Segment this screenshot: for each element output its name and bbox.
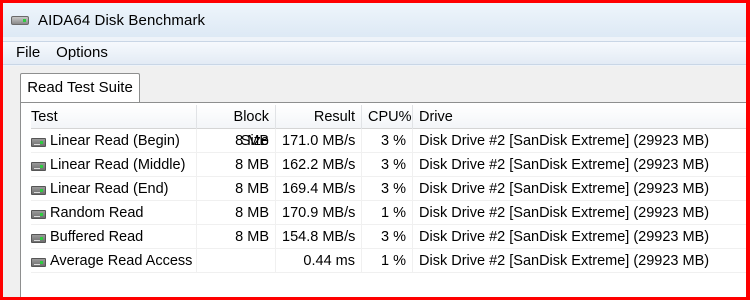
cell-test: Buffered Read: [31, 224, 197, 249]
window-title: AIDA64 Disk Benchmark: [38, 11, 206, 29]
column-header-cpu[interactable]: CPU%: [362, 104, 413, 129]
column-header-test[interactable]: Test: [31, 104, 197, 129]
test-name: Linear Read (Begin): [50, 132, 180, 149]
cell-test: Linear Read (End): [31, 176, 197, 201]
tab-read-test-suite[interactable]: Read Test Suite: [20, 73, 140, 103]
cell-block-size: 8 MB: [197, 224, 276, 249]
cell-block-size: [197, 248, 276, 273]
cell-cpu: 1 %: [362, 200, 413, 225]
cell-drive: Disk Drive #2 [SanDisk Extreme] (29923 M…: [413, 177, 746, 201]
menu-options[interactable]: Options: [48, 42, 116, 64]
cell-cpu: 1 %: [362, 248, 413, 273]
app-window: AIDA64 Disk Benchmark File Options Read …: [3, 3, 746, 297]
table-header: Test Block Size Result CPU% Drive: [31, 104, 746, 149]
table-row[interactable]: Random Read 8 MB 170.9 MB/s 1 % Disk Dri…: [31, 200, 746, 225]
column-header-result[interactable]: Result: [276, 104, 362, 129]
cell-drive: Disk Drive #2 [SanDisk Extreme] (29923 M…: [413, 129, 746, 153]
test-name: Buffered Read: [50, 228, 144, 245]
tab-area: Read Test Suite Test Block Size Result C…: [3, 66, 746, 297]
table-row[interactable]: Buffered Read 8 MB 154.8 MB/s 3 % Disk D…: [31, 224, 746, 249]
table-row[interactable]: Linear Read (Begin) 8 MB 171.0 MB/s 3 % …: [31, 128, 746, 153]
hard-drive-icon: [31, 209, 46, 219]
test-name: Linear Read (Middle): [50, 156, 186, 173]
cell-test: Random Read: [31, 200, 197, 225]
hard-drive-icon: [31, 137, 46, 147]
cell-cpu: 3 %: [362, 176, 413, 201]
cell-drive: Disk Drive #2 [SanDisk Extreme] (29923 M…: [413, 153, 746, 177]
menu-file[interactable]: File: [3, 42, 48, 64]
test-name: Average Read Access: [50, 252, 193, 269]
menu-bar: File Options: [3, 41, 746, 65]
column-header-drive[interactable]: Drive: [413, 105, 746, 129]
table-row[interactable]: Average Read Access 0.44 ms 1 % Disk Dri…: [31, 248, 746, 273]
table-row[interactable]: Linear Read (End) 8 MB 169.4 MB/s 3 % Di…: [31, 176, 746, 201]
test-name: Linear Read (End): [50, 180, 169, 197]
cell-result: 154.8 MB/s: [276, 224, 362, 249]
cell-block-size: 8 MB: [197, 200, 276, 225]
cell-block-size: 8 MB: [197, 128, 276, 153]
cell-test: Linear Read (Middle): [31, 152, 197, 177]
hard-drive-icon: [31, 161, 46, 171]
cell-result: 170.9 MB/s: [276, 200, 362, 225]
table-row[interactable]: Linear Read (Middle) 8 MB 162.2 MB/s 3 %…: [31, 152, 746, 177]
cell-result: 162.2 MB/s: [276, 152, 362, 177]
cell-result: 0.44 ms: [276, 248, 362, 273]
hard-drive-icon: [31, 233, 46, 243]
hard-drive-icon: [31, 257, 46, 267]
cell-drive: Disk Drive #2 [SanDisk Extreme] (29923 M…: [413, 249, 746, 273]
cell-cpu: 3 %: [362, 152, 413, 177]
column-header-block-size[interactable]: Block Size: [197, 104, 276, 149]
cell-result: 171.0 MB/s: [276, 128, 362, 153]
cell-block-size: 8 MB: [197, 152, 276, 177]
hard-drive-icon: [10, 12, 32, 28]
cell-cpu: 3 %: [362, 128, 413, 153]
test-name: Random Read: [50, 204, 144, 221]
cell-cpu: 3 %: [362, 224, 413, 249]
tab-panel: Test Block Size Result CPU% Drive Linear…: [20, 102, 746, 297]
cell-block-size: 8 MB: [197, 176, 276, 201]
cell-test: Average Read Access: [31, 248, 197, 273]
cell-drive: Disk Drive #2 [SanDisk Extreme] (29923 M…: [413, 201, 746, 225]
hard-drive-icon: [31, 185, 46, 195]
title-bar[interactable]: AIDA64 Disk Benchmark: [3, 3, 746, 37]
cell-drive: Disk Drive #2 [SanDisk Extreme] (29923 M…: [413, 225, 746, 249]
results-table: Test Block Size Result CPU% Drive Linear…: [31, 104, 746, 273]
cell-result: 169.4 MB/s: [276, 176, 362, 201]
cell-test: Linear Read (Begin): [31, 128, 197, 153]
